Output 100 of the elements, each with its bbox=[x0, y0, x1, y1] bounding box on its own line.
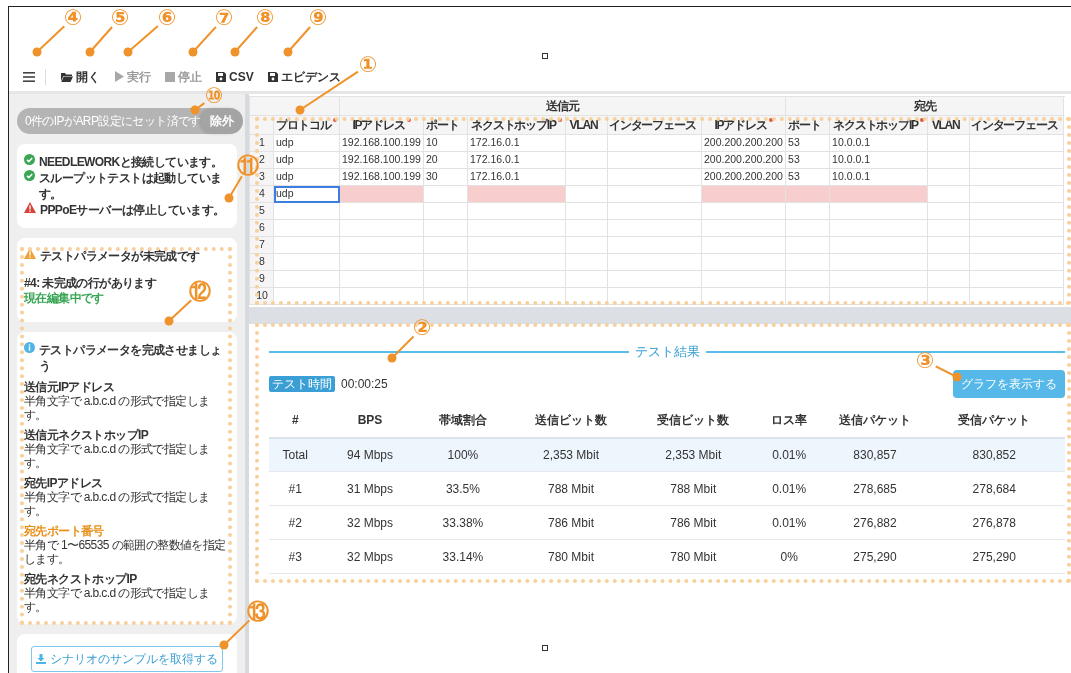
table-cell: #1 bbox=[269, 471, 322, 506]
timer-value: 00:00:25 bbox=[341, 376, 388, 391]
table-cell[interactable]: 30 bbox=[423, 168, 468, 186]
callout-number: ⑨ bbox=[307, 5, 329, 31]
table-cell: 32 Mbps bbox=[321, 505, 419, 540]
table-cell[interactable]: udp bbox=[273, 134, 340, 152]
validation-message: #4: 未完成の行があります bbox=[24, 276, 157, 291]
field-description: 半角文字で a.b.c.d の形式で指定します。 bbox=[24, 442, 211, 470]
toolbar-button[interactable]: 開く bbox=[54, 67, 107, 86]
column-group-header: 宛先 bbox=[785, 96, 1064, 116]
column-header: BPS bbox=[321, 403, 419, 438]
validation-title: テストパラメータが未完成です bbox=[40, 248, 200, 264]
toolbar-button[interactable]: エビデンス bbox=[260, 67, 348, 86]
table-cell: 786 Mbit bbox=[507, 505, 635, 540]
table-cell: 780 Mbit bbox=[634, 539, 752, 574]
table-cell[interactable]: 53 bbox=[785, 151, 830, 169]
table-cell: 788 Mbit bbox=[634, 471, 752, 506]
table-cell: 0.01% bbox=[751, 437, 827, 472]
column-header: ロス率 bbox=[751, 403, 827, 438]
table-cell: 33.14% bbox=[418, 539, 508, 574]
callout-number: ⑦ bbox=[213, 5, 235, 31]
table-cell: 830,852 bbox=[923, 437, 1065, 472]
callout-number: ⑧ bbox=[254, 5, 276, 31]
table-cell: 788 Mbit bbox=[507, 471, 635, 506]
table-cell: 275,290 bbox=[923, 539, 1065, 574]
table-cell[interactable]: udp bbox=[273, 168, 340, 186]
table-cell: #3 bbox=[269, 539, 322, 574]
field-description: 半角文字で a.b.c.d の形式で指定します。 bbox=[24, 490, 211, 518]
table-cell[interactable]: 200.200.200.200 bbox=[701, 168, 786, 186]
column-header: 送信ビット数 bbox=[507, 403, 635, 438]
table-cell: 2,353 Mbit bbox=[507, 437, 635, 472]
table-cell[interactable]: 172.16.0.1 bbox=[467, 168, 566, 186]
table-cell: 2,353 Mbit bbox=[634, 437, 752, 472]
table-cell[interactable]: 192.168.100.199 bbox=[339, 168, 424, 186]
table-cell: 276,882 bbox=[826, 505, 924, 540]
table-cell: 33.5% bbox=[418, 471, 508, 506]
section-title: テスト結果 bbox=[634, 343, 700, 361]
table-cell: 786 Mbit bbox=[634, 505, 752, 540]
table-cell: 780 Mbit bbox=[507, 539, 635, 574]
field-description: 半角文字で a.b.c.d の形式で指定します。 bbox=[24, 586, 211, 614]
table-cell: 275,290 bbox=[826, 539, 924, 574]
table-cell: Total bbox=[269, 437, 322, 472]
table-cell: 276,878 bbox=[923, 505, 1065, 540]
field-label: 送信元IPアドレス bbox=[24, 380, 114, 394]
arp-status-text: 0件のIPがARP設定にセット済です bbox=[25, 113, 201, 130]
table-cell[interactable]: 10.0.0.1 bbox=[829, 134, 928, 152]
table-cell: 278,685 bbox=[826, 471, 924, 506]
table-cell[interactable]: 53 bbox=[785, 168, 830, 186]
table-cell: 100% bbox=[418, 437, 508, 472]
table-cell[interactable]: 10.0.0.1 bbox=[829, 151, 928, 169]
table-cell: 278,684 bbox=[923, 471, 1065, 506]
column-header: 帯域割合 bbox=[418, 403, 508, 438]
callout-number: ⑬ bbox=[246, 599, 270, 625]
help-title: テストパラメータを完成させましょう bbox=[39, 342, 223, 374]
table-cell: 830,857 bbox=[826, 437, 924, 472]
column-header: 受信パケット bbox=[923, 403, 1065, 438]
column-header: 送信パケット bbox=[826, 403, 924, 438]
field-label: 宛先ネクストホップIP bbox=[24, 572, 137, 586]
field-label: 宛先IPアドレス bbox=[24, 476, 103, 490]
callout-number: ① bbox=[357, 52, 379, 78]
table-cell[interactable]: udp bbox=[273, 185, 340, 203]
table-cell: 0.01% bbox=[751, 471, 827, 506]
field-label: 宛先ポート番号 bbox=[24, 524, 104, 538]
table-cell[interactable]: 20 bbox=[423, 151, 468, 169]
table-cell[interactable]: 53 bbox=[785, 134, 830, 152]
table-cell[interactable]: 172.16.0.1 bbox=[467, 134, 566, 152]
table-cell: 0.01% bbox=[751, 505, 827, 540]
timer-label: テスト時間 bbox=[269, 375, 335, 392]
table-cell[interactable]: 10 bbox=[423, 134, 468, 152]
column-header: 受信ビット数 bbox=[634, 403, 752, 438]
table-cell: 31 Mbps bbox=[321, 471, 419, 506]
callout-number: ④ bbox=[62, 5, 84, 31]
table-cell: 33.38% bbox=[418, 505, 508, 540]
column-header: # bbox=[269, 403, 322, 438]
table-cell[interactable]: 192.168.100.199 bbox=[339, 151, 424, 169]
table-cell: 94 Mbps bbox=[321, 437, 419, 472]
table-cell[interactable]: 200.200.200.200 bbox=[701, 134, 786, 152]
table-cell[interactable]: udp bbox=[273, 151, 340, 169]
callout-number: ③ bbox=[914, 348, 936, 374]
callout-number: ② bbox=[411, 315, 433, 341]
table-cell[interactable]: 172.16.0.1 bbox=[467, 151, 566, 169]
callout-number: ⑥ bbox=[156, 5, 178, 31]
field-description: 半角で 1〜65535 の範囲の整数値を指定します。 bbox=[24, 538, 227, 566]
table-cell[interactable]: 192.168.100.199 bbox=[339, 134, 424, 152]
status-text: PPPoEサーバーは停止しています。 bbox=[40, 202, 225, 218]
callout-number: ⑫ bbox=[188, 279, 212, 305]
table-cell[interactable]: 10.0.0.1 bbox=[829, 168, 928, 186]
table-cell: 32 Mbps bbox=[321, 539, 419, 574]
table-cell[interactable]: 200.200.200.200 bbox=[701, 151, 786, 169]
editing-status: 現在編集中です bbox=[24, 291, 104, 306]
table-cell: #2 bbox=[269, 505, 322, 540]
table-cell: 0% bbox=[751, 539, 827, 574]
column-group-header: 送信元 bbox=[339, 96, 786, 116]
field-description: 半角文字で a.b.c.d の形式で指定します。 bbox=[24, 394, 211, 422]
status-text: NEEDLEWORKと接続しています。 bbox=[39, 154, 223, 170]
status-text: スループットテストは起動しています。 bbox=[39, 170, 223, 202]
callout-number: ⑤ bbox=[109, 5, 131, 31]
toolbar-button[interactable]: CSV bbox=[209, 67, 261, 86]
field-label: 送信元ネクストホップIP bbox=[24, 428, 149, 442]
callout-number: ⑩ bbox=[203, 83, 225, 109]
